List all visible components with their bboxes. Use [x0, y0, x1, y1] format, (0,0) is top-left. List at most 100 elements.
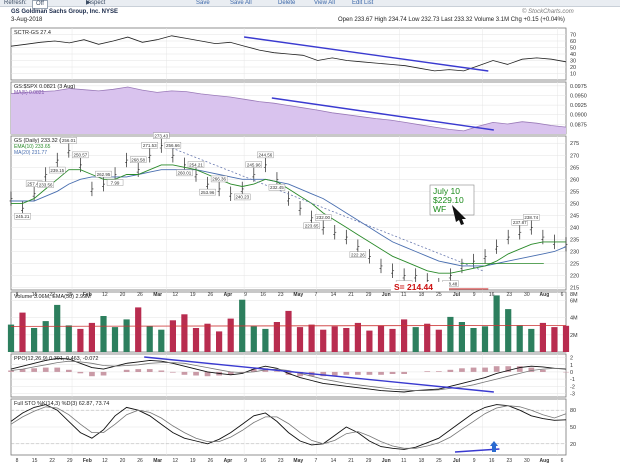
- ppo-histogram-bar: [366, 371, 373, 375]
- volume-bar: [493, 295, 500, 352]
- volume-bar: [354, 322, 361, 352]
- bottom-x-tick-label: Mar: [153, 458, 162, 464]
- price-x-tick-label: Apr: [224, 292, 233, 298]
- relative-tick-label: 0.0875: [570, 122, 587, 128]
- price-x-tick-label: 9: [473, 292, 476, 298]
- volume-bar: [77, 328, 84, 352]
- ppo-histogram-bar: [158, 370, 165, 372]
- bottom-x-tick-label: May: [293, 458, 303, 464]
- ppo-histogram-bar: [123, 369, 130, 372]
- price-data-label: 260.01: [178, 171, 192, 176]
- price-x-tick-label: 14: [331, 292, 337, 298]
- price-tick-label: 230: [570, 250, 579, 256]
- price-x-tick-label: 11: [401, 292, 406, 298]
- bottom-x-tick-label: 16: [489, 458, 495, 464]
- bottom-x-tick-label: 21: [348, 458, 354, 464]
- volume-bar: [562, 325, 570, 352]
- ppo-histogram-bar: [181, 371, 188, 375]
- volume-bar: [447, 316, 454, 352]
- ppo-histogram-bar: [331, 371, 338, 376]
- ppo-histogram-bar: [343, 371, 350, 375]
- price-data-label: 7.99: [111, 180, 120, 185]
- volume-bar: [111, 327, 119, 352]
- ppo-histogram-bar: [54, 367, 61, 372]
- bottom-x-tick-label: 23: [278, 458, 284, 464]
- bottom-x-tick-label: 19: [190, 458, 196, 464]
- sctr-tick-label: 30: [570, 59, 576, 65]
- bottom-x-tick-label: 12: [172, 458, 178, 464]
- price-data-label: 266.36: [212, 177, 226, 182]
- volume-bar: [181, 314, 188, 352]
- price-x-tick-label: 29: [366, 292, 372, 298]
- bottom-x-tick-label: 8: [16, 458, 19, 464]
- price-x-tick-label: 30: [524, 292, 530, 298]
- price-x-tick-label: May: [293, 292, 303, 298]
- volume-bar: [100, 316, 107, 352]
- volume-bar: [470, 328, 477, 352]
- price-x-tick-label: 18: [419, 292, 425, 298]
- price-x-tick-label: Aug: [540, 292, 550, 298]
- price-x-tick-label: 12: [102, 292, 108, 298]
- bottom-x-tick-label: 7: [314, 458, 317, 464]
- volume-tick-label: 4M: [570, 316, 578, 322]
- ppo-tick-label: -3: [570, 391, 575, 397]
- sctr-tick-label: 40: [570, 52, 576, 58]
- volume-bar: [435, 329, 442, 352]
- price-data-label: 273.43: [154, 133, 168, 138]
- price-x-tick-label: 21: [348, 292, 354, 298]
- volume-bar: [88, 322, 95, 352]
- ppo-histogram-bar: [401, 371, 407, 374]
- ppo-histogram-bar: [378, 371, 384, 375]
- price-data-label: 256.01: [62, 138, 76, 143]
- volume-bar: [505, 309, 512, 352]
- bottom-x-tick-label: 9: [473, 458, 476, 464]
- volume-bar: [331, 326, 338, 352]
- bottom-x-tick-label: Apr: [224, 458, 233, 464]
- volume-bar: [158, 329, 165, 352]
- price-data-label: 232.45: [270, 185, 284, 190]
- bottom-x-tick-label: 6: [561, 458, 564, 464]
- price-tick-label: 255: [570, 189, 579, 195]
- ppo-histogram-bar: [77, 371, 84, 374]
- volume-bar: [123, 319, 130, 352]
- price-data-label: 262.95: [97, 172, 111, 177]
- price-data-label: 250.57: [73, 153, 87, 158]
- volume-bar: [273, 322, 280, 352]
- price-x-tick-label: Mar: [153, 292, 162, 298]
- volume-bar: [320, 329, 327, 352]
- bottom-x-tick-label: 9: [244, 458, 247, 464]
- volume-bar: [250, 326, 257, 352]
- price-tick-label: 270: [570, 153, 579, 159]
- ppo-histogram-bar: [459, 368, 465, 372]
- stop-annotation: S= 214.44: [394, 282, 433, 292]
- price-x-tick-label: 26: [208, 292, 214, 298]
- bottom-x-tick-label: 29: [366, 458, 372, 464]
- price-data-label: 245.21: [16, 214, 30, 219]
- price-data-label: 233.56: [39, 182, 53, 187]
- ppo-histogram-bar: [493, 366, 500, 372]
- volume-bar: [285, 310, 292, 352]
- volume-bar: [377, 325, 385, 352]
- ppo-histogram-bar: [66, 369, 72, 372]
- relative-tick-label: 0.0975: [570, 84, 587, 90]
- price-x-tick-label: 22: [49, 292, 55, 298]
- technical-chart: 10203040506070SCTR-GS 27.40.08750.09000.…: [7, 27, 587, 464]
- relative-series-label: MA(5) 0.0821: [14, 90, 45, 96]
- volume-bar: [366, 330, 373, 352]
- price-data-label: 253.96: [201, 190, 215, 195]
- ppo-histogram-bar: [135, 369, 142, 372]
- sctr-tick-label: 70: [570, 33, 576, 39]
- price-x-tick-label: 7: [314, 292, 317, 298]
- volume-bar: [458, 322, 465, 352]
- volume-bar: [7, 324, 15, 352]
- price-data-label: 223.65: [305, 224, 319, 229]
- price-x-tick-label: 6: [561, 292, 564, 298]
- volume-bar: [65, 325, 72, 352]
- volume-tick-label: 2M: [570, 333, 578, 339]
- volume-tick-label: 8M: [570, 292, 578, 298]
- price-data-label: 245.96: [247, 162, 261, 167]
- price-data-label: 240.23: [235, 195, 249, 200]
- sctr-tick-label: 10: [570, 72, 576, 78]
- callout-line: WF: [433, 204, 446, 214]
- price-data-label: 222.26: [351, 252, 365, 257]
